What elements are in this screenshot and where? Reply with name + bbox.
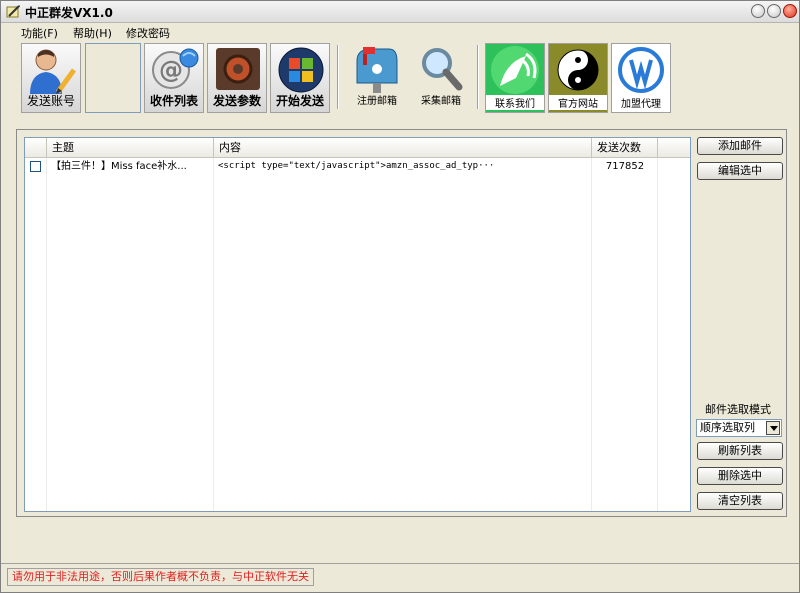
contact-us-label: 联系我们 [486,95,544,110]
minimize-button[interactable] [751,4,765,18]
start-send-label: 开始发送 [275,94,324,108]
add-mail-button[interactable]: 添加邮件 [697,137,783,155]
clear-list-button[interactable]: 清空列表 [697,492,783,510]
table-row[interactable]: 【拍三件！】Miss face补水... <script type="text/… [25,159,690,175]
menu-function[interactable]: 功能(F) [21,25,58,41]
refresh-list-button[interactable]: 刷新列表 [697,442,783,460]
inbox-list-label: 收件列表 [149,94,198,108]
chevron-down-icon[interactable] [766,421,780,435]
collect-mail-button[interactable]: 采集邮箱 [409,43,473,113]
windows-logo-icon [278,47,324,93]
row-send-count: 717852 [605,161,645,172]
mail-mode-select[interactable]: 顺序选取列 [696,419,782,437]
toolbar-separator [477,45,479,109]
row-checkbox[interactable] [30,161,41,172]
menu-help[interactable]: 帮助(H) [73,25,112,41]
mail-mode-label: 邮件选取模式 [705,403,771,416]
email-at-icon: @ [152,48,199,89]
maximize-button[interactable] [767,4,781,18]
svg-text:@: @ [159,56,183,84]
column-divider [213,158,214,511]
close-button[interactable] [783,4,797,18]
start-send-button[interactable]: 开始发送 [270,43,330,113]
menu-change-password[interactable]: 修改密码 [126,25,170,41]
mail-mode-value: 顺序选取列 [700,421,755,434]
column-divider [591,158,592,511]
official-site-button[interactable]: 官方网站 [548,43,608,113]
official-site-label: 官方网站 [549,95,607,110]
mail-list-panel: 主题 内容 发送次数 【拍三件！】Miss face补水... <script … [16,129,787,517]
register-mail-label: 注册邮箱 [357,96,397,107]
register-mail-button[interactable]: 注册邮箱 [345,43,409,113]
row-content: <script type="text/javascript">amzn_asso… [218,161,495,171]
yin-yang-icon [557,49,599,91]
header-spacer [658,138,690,158]
status-warning-text: 请勿用于非法用途，否则后果作者概不负责，与中正软件无关 [7,568,314,586]
join-agent-label: 加盟代理 [621,99,661,110]
row-subject: 【拍三件！】Miss face补水... [51,161,187,172]
contact-us-button[interactable]: 联系我们 [485,43,545,113]
join-agent-button[interactable]: 加盟代理 [611,43,671,113]
antenna-icon [491,46,539,94]
send-account-button[interactable]: 发送账号 [21,43,81,113]
brand-logo-icon [618,47,664,93]
table-header: 主题 内容 发送次数 [25,138,690,158]
send-account-label: 发送账号 [26,94,75,108]
edit-selected-button[interactable]: 编辑选中 [697,162,783,180]
inbox-list-button[interactable]: @ 收件列表 [144,43,204,113]
column-divider [46,158,47,511]
send-params-label: 发送参数 [212,94,261,108]
column-divider [657,158,658,511]
title-bar[interactable]: 中正群发VX1.0 [1,1,799,23]
toolbar: 发送账号 @ 收件列表 发送参数 开始发送 注册邮箱 采集邮箱 联系我们 官方网… [1,41,799,116]
window-title: 中正群发VX1.0 [25,6,113,20]
status-bar: 请勿用于非法用途，否则后果作者概不负责，与中正软件无关 [1,563,799,593]
header-send-count[interactable]: 发送次数 [592,138,658,158]
user-edit-icon [30,49,77,94]
header-checkbox-col[interactable] [25,138,47,158]
send-params-button[interactable]: 发送参数 [207,43,267,113]
collect-mail-label: 采集邮箱 [421,96,461,107]
blank-tool-button[interactable] [85,43,141,113]
settings-gear-icon [216,48,260,90]
header-subject[interactable]: 主题 [47,138,214,158]
header-content[interactable]: 内容 [214,138,592,158]
menu-bar: 功能(F) 帮助(H) 修改密码 [1,23,799,41]
main-window: 中正群发VX1.0 功能(F) 帮助(H) 修改密码 发送账号 @ 收件列表 发… [0,0,800,593]
delete-selected-button[interactable]: 删除选中 [697,467,783,485]
mailbox-icon [356,47,398,93]
toolbar-separator [337,45,339,109]
app-icon [6,5,20,18]
mail-table[interactable]: 主题 内容 发送次数 【拍三件！】Miss face补水... <script … [24,137,691,512]
magnifier-icon [422,48,463,91]
